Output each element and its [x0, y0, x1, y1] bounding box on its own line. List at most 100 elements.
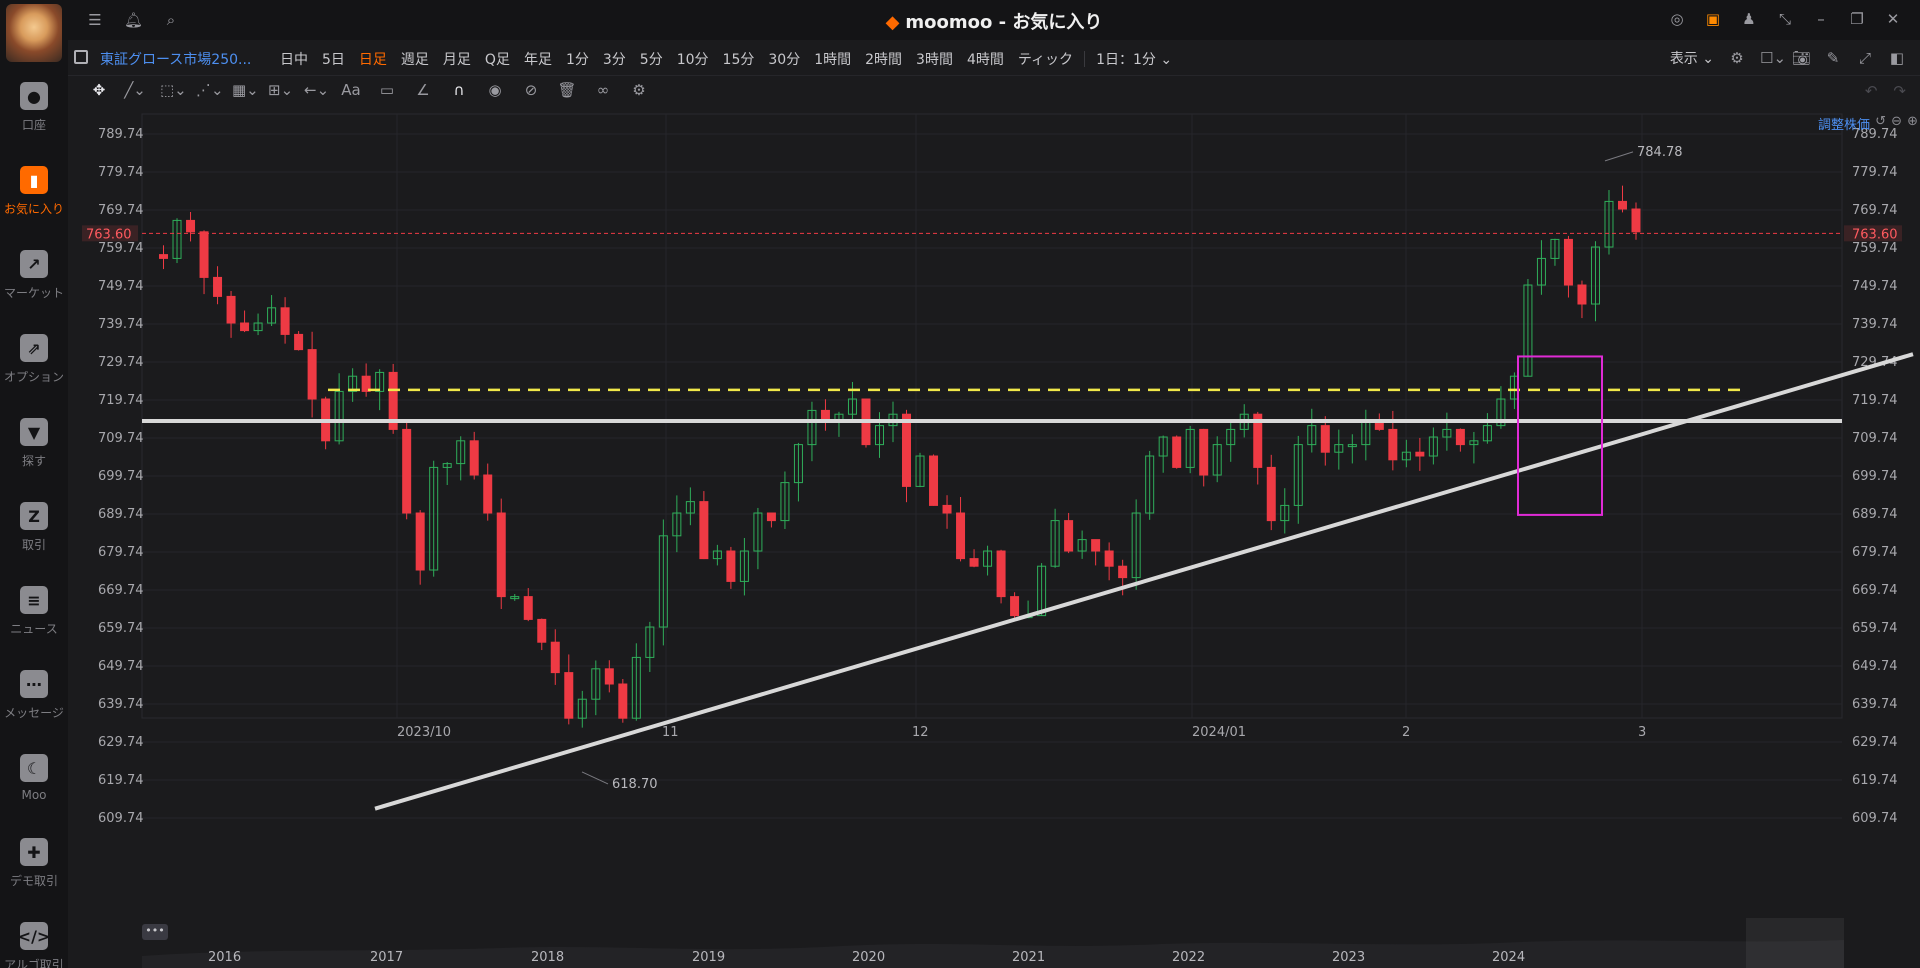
reset-icon[interactable]: ↺ — [1875, 114, 1886, 129]
display-dropdown[interactable]: 表示 ⌄ — [1670, 48, 1714, 68]
sidebar-item-5[interactable]: Z 取引 — [0, 502, 68, 572]
move-tool-icon[interactable]: ✥ — [88, 81, 110, 99]
tab-timeframe-13[interactable]: 1時間 — [807, 49, 858, 69]
sidebar-item-3[interactable]: ⇗ オプション — [0, 334, 68, 404]
tab-timeframe-16[interactable]: 4時間 — [960, 49, 1011, 69]
y-axis-tick-label-left: 679.74 — [98, 545, 144, 560]
restore-icon[interactable]: ❐ — [1848, 10, 1866, 28]
tab-timeframe-8[interactable]: 3分 — [596, 49, 633, 69]
navigator-menu-button[interactable]: ••• — [142, 924, 168, 940]
zoom-in-icon[interactable]: ⊕ — [1907, 114, 1918, 129]
candle-down — [1388, 428, 1398, 461]
tab-timeframe-12[interactable]: 30分 — [761, 49, 807, 69]
sidebar-item-2[interactable]: ↗ マーケット — [0, 250, 68, 320]
tab-timeframe-6[interactable]: 年足 — [517, 49, 559, 69]
tab-timeframe-5[interactable]: Q足 — [478, 49, 517, 69]
candle-down — [294, 333, 304, 351]
candle-down — [1631, 208, 1641, 233]
hide-icon[interactable]: ⊘ — [520, 81, 542, 99]
symbol-name[interactable]: 東証グロース市場250... — [100, 49, 251, 69]
bar-chart-icon: ▮ — [20, 166, 48, 194]
interval-select[interactable]: 1日：1分 ⌄ — [1089, 49, 1179, 69]
visibility-icon[interactable]: ◉ — [484, 81, 506, 99]
sidebar-item-8[interactable]: ☾ Moo — [0, 754, 68, 824]
price-chart[interactable]: 789.74 789.74 779.74 779.74 769.74 769.74 759.… — [68, 106, 1920, 900]
y-axis-tick-label-left: 639.74 — [98, 697, 144, 712]
tab-timeframe-2[interactable]: 日足 — [352, 49, 394, 69]
adjusted-price-label[interactable]: 調整株価 — [1818, 114, 1870, 133]
indicator-tool-icon[interactable]: ▦⌄ — [232, 81, 259, 99]
tab-timeframe-10[interactable]: 10分 — [670, 49, 716, 69]
sidebar-item-10[interactable]: </> アルゴ取引 — [0, 922, 68, 968]
sidebar-item-6[interactable]: ≡ ニュース — [0, 586, 68, 656]
fib-tool-icon[interactable]: ⊞⌄ — [268, 81, 293, 99]
arrow-tool-icon[interactable]: ←⌄ — [304, 81, 329, 99]
tab-timeframe-7[interactable]: 1分 — [559, 49, 596, 69]
comment-tool-icon[interactable]: ▭ — [376, 81, 398, 99]
user-avatar[interactable] — [6, 4, 62, 62]
sidebar-item-0[interactable]: ● 口座 — [0, 82, 68, 152]
candle-down — [1104, 550, 1114, 567]
candle-down — [929, 455, 939, 506]
sidebar-item-9[interactable]: ✚ デモ取引 — [0, 838, 68, 908]
side-panel-icon[interactable]: ◧ — [1888, 49, 1906, 67]
sidebar-item-7[interactable]: ⋯ メッセージ — [0, 670, 68, 740]
magnet-icon[interactable]: ∩ — [448, 81, 470, 99]
eraser-line-icon[interactable]: ∠ — [412, 81, 434, 99]
pencil-icon[interactable]: ✎ — [1824, 49, 1842, 67]
tab-timeframe-9[interactable]: 5分 — [633, 49, 670, 69]
trash-icon[interactable]: 🗑︎ — [556, 81, 578, 99]
y-axis-tick-label: 649.74 — [1852, 659, 1898, 674]
minimize-icon[interactable]: – — [1812, 10, 1830, 28]
y-axis-tick-label: 629.74 — [1852, 735, 1898, 750]
sidebar-item-label: アルゴ取引 — [4, 958, 64, 968]
tab-timeframe-17[interactable]: ティック — [1011, 49, 1080, 69]
tab-timeframe-11[interactable]: 15分 — [716, 49, 762, 69]
sidebar-item-label: デモ取引 — [9, 874, 58, 888]
tab-timeframe-15[interactable]: 3時間 — [909, 49, 960, 69]
layout-icon[interactable]: ☐⌄ — [1760, 49, 1786, 67]
chart-canvas[interactable]: 789.74789.74779.74779.74769.74769.74759.… — [68, 106, 1920, 900]
tab-timeframe-14[interactable]: 2時間 — [858, 49, 909, 69]
y-axis-tick-label-left: 709.74 — [98, 431, 144, 446]
undo-icon[interactable]: ↶ — [1865, 82, 1878, 100]
path-tool-icon[interactable]: ⋰⌄ — [196, 81, 224, 99]
interval-select-value: 1日：1分 — [1096, 52, 1156, 68]
line-tool-icon[interactable]: ╱⌄ — [124, 81, 146, 99]
moomoo-logo-icon: ◆ — [885, 12, 900, 33]
camera-icon[interactable]: 📷︎ — [1792, 49, 1811, 67]
draw-settings-icon[interactable]: ⚙ — [628, 81, 650, 99]
x-axis-tick-label: 2023/10 — [397, 725, 451, 740]
lock-icon[interactable]: ▣ — [1704, 10, 1722, 28]
panel-toggle-icon[interactable] — [74, 50, 88, 64]
time-navigator[interactable]: ••• 2016 2017 2018 2019 2020 2021 2022 2023 2024 — [142, 918, 1844, 968]
tab-timeframe-3[interactable]: 週足 — [394, 49, 436, 69]
link-icon[interactable]: ∞ — [592, 81, 614, 99]
shirt-icon[interactable]: ♟ — [1740, 10, 1758, 28]
y-axis-tick-label: 719.74 — [1852, 393, 1898, 408]
text-tool-icon[interactable]: Aa — [340, 81, 362, 99]
y-axis-tick-label: 749.74 — [1852, 279, 1898, 294]
candle-down — [240, 322, 250, 332]
fullscreen-icon[interactable]: ⤢ — [1856, 49, 1874, 67]
redo-icon[interactable]: ↷ — [1893, 82, 1906, 100]
tab-timeframe-0[interactable]: 日中 — [273, 49, 315, 69]
close-icon[interactable]: ✕ — [1884, 10, 1902, 28]
navigator-window-handle[interactable] — [1746, 918, 1844, 968]
y-axis-tick-label-left: 649.74 — [98, 659, 144, 674]
tab-timeframe-1[interactable]: 5日 — [315, 49, 352, 69]
sidebar-item-1[interactable]: ▮ お気に入り — [0, 166, 68, 236]
x-axis-tick-label: 3 — [1638, 725, 1646, 740]
sidebar-item-4[interactable]: ▼ 探す — [0, 418, 68, 488]
navigator-year-label: 2022 — [1172, 950, 1206, 965]
compact-icon[interactable]: ⤡ — [1776, 10, 1794, 28]
y-axis-tick-label: 739.74 — [1852, 317, 1898, 332]
settings-icon[interactable]: ⚙ — [1728, 49, 1746, 67]
tab-timeframe-4[interactable]: 月足 — [436, 49, 478, 69]
candle-down — [307, 349, 317, 400]
sidebar-item-label: Moo — [21, 788, 47, 802]
low-price-label: 618.70 — [612, 777, 658, 792]
shape-tool-icon[interactable]: ⬚⌄ — [160, 81, 187, 99]
headset-icon[interactable]: ◎ — [1668, 10, 1686, 28]
zoom-out-icon[interactable]: ⊖ — [1891, 114, 1902, 129]
